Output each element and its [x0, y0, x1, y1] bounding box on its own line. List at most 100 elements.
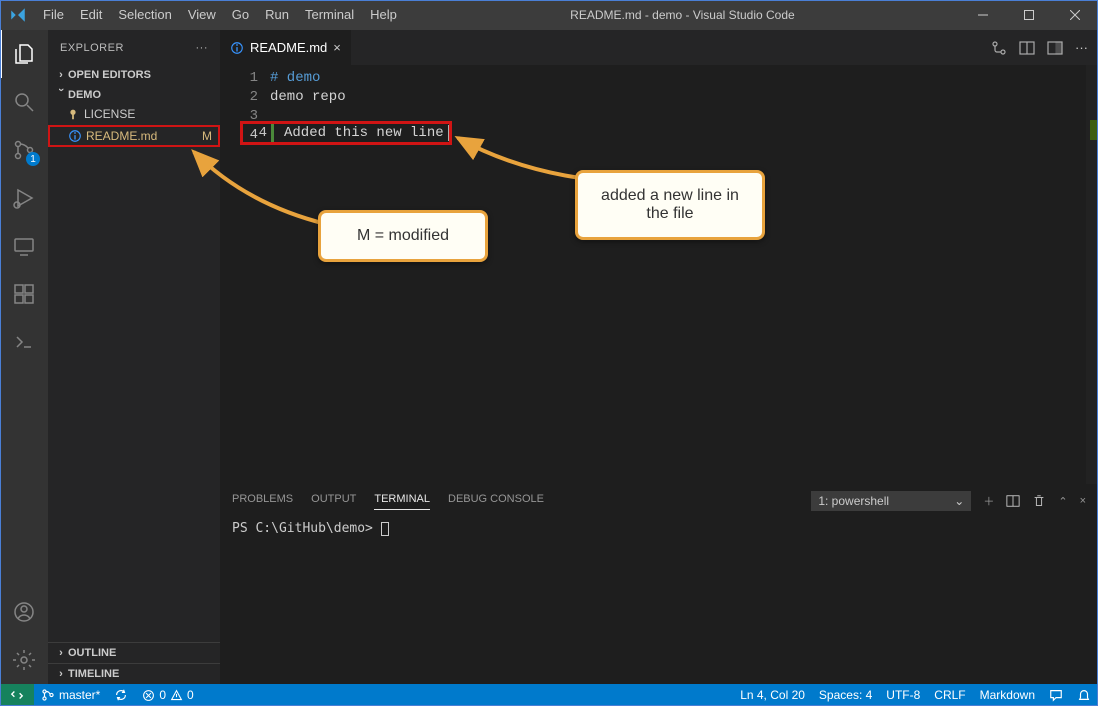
- file-name: README.md: [84, 129, 194, 143]
- panel-tab-debug[interactable]: DEBUG CONSOLE: [448, 493, 544, 510]
- remote-indicator[interactable]: [0, 684, 34, 706]
- line-number: 2: [220, 88, 258, 107]
- bottom-panel: PROBLEMS OUTPUT TERMINAL DEBUG CONSOLE 1…: [220, 484, 1098, 684]
- remote-explorer-icon[interactable]: [0, 222, 48, 270]
- panel-tab-output[interactable]: OUTPUT: [311, 493, 356, 510]
- maximize-button[interactable]: [1006, 0, 1052, 30]
- code-content[interactable]: # demo demo repo 4 Added this new line: [270, 65, 1098, 484]
- code-line: demo repo: [270, 88, 1098, 107]
- info-file-icon: [66, 129, 84, 143]
- split-terminal-icon[interactable]: [1006, 494, 1020, 508]
- chevron-down-icon: ⌄: [954, 494, 964, 508]
- compare-changes-icon[interactable]: [991, 40, 1007, 56]
- source-control-icon[interactable]: 1: [0, 126, 48, 174]
- terminal-cursor: [381, 522, 389, 536]
- menu-file[interactable]: File: [35, 0, 72, 30]
- maximize-panel-icon[interactable]: ⌃: [1058, 495, 1067, 508]
- more-actions-icon[interactable]: ···: [1075, 40, 1088, 55]
- code-line: Added this new line: [284, 124, 448, 143]
- outline-section[interactable]: › OUTLINE: [48, 645, 220, 661]
- explorer-title: EXPLORER: [60, 42, 124, 54]
- line-number: 1: [220, 69, 258, 88]
- accounts-icon[interactable]: [0, 588, 48, 636]
- branch-name: master*: [59, 688, 100, 702]
- kill-terminal-icon[interactable]: [1032, 494, 1046, 508]
- file-row-license[interactable]: LICENSE: [48, 103, 220, 125]
- menu-run[interactable]: Run: [257, 0, 297, 30]
- terminal-selector[interactable]: 1: powershell ⌄: [811, 491, 971, 511]
- license-file-icon: [64, 107, 82, 121]
- tab-readme[interactable]: README.md ×: [220, 30, 352, 65]
- split-editor-icon[interactable]: [1047, 40, 1063, 56]
- editor-highlight-box: 4 Added this new line: [240, 121, 452, 145]
- callout-text: added a new line in the file: [601, 187, 739, 222]
- scm-badge: 1: [26, 152, 40, 166]
- search-icon[interactable]: [0, 78, 48, 126]
- encoding[interactable]: UTF-8: [879, 684, 927, 706]
- timeline-section[interactable]: › TIMELINE: [48, 666, 220, 682]
- menu-terminal[interactable]: Terminal: [297, 0, 362, 30]
- file-row-readme[interactable]: README.md M: [48, 125, 220, 147]
- explorer-icon[interactable]: [0, 30, 48, 78]
- activity-bar: 1: [0, 30, 48, 684]
- close-panel-icon[interactable]: ×: [1080, 495, 1086, 507]
- outline-label: OUTLINE: [68, 647, 116, 659]
- open-editors-label: OPEN EDITORS: [68, 69, 151, 81]
- chevron-right-icon: ›: [54, 647, 68, 659]
- notifications-icon[interactable]: [1070, 684, 1098, 706]
- errors-count: 0: [159, 688, 166, 702]
- editor-tabs: README.md × ···: [220, 30, 1098, 65]
- feedback-icon[interactable]: [1042, 684, 1070, 706]
- git-branch[interactable]: master*: [34, 684, 107, 706]
- title-bar: File Edit Selection View Go Run Terminal…: [0, 0, 1098, 30]
- language-mode[interactable]: Markdown: [973, 684, 1042, 706]
- extensions-icon[interactable]: [0, 270, 48, 318]
- text-editor[interactable]: 1 2 3 4 # demo demo repo 4 Added this ne…: [220, 65, 1098, 484]
- explorer-more-icon[interactable]: ···: [196, 42, 209, 54]
- text-cursor: [448, 125, 449, 141]
- settings-gear-icon[interactable]: [0, 636, 48, 684]
- git-sync[interactable]: [107, 684, 135, 706]
- run-debug-icon[interactable]: [0, 174, 48, 222]
- window-title: README.md - demo - Visual Studio Code: [405, 8, 960, 22]
- menu-view[interactable]: View: [180, 0, 224, 30]
- menu-edit[interactable]: Edit: [72, 0, 110, 30]
- tab-close-icon[interactable]: ×: [333, 40, 341, 55]
- editor-scrollbar[interactable]: [1086, 65, 1098, 484]
- menu-help[interactable]: Help: [362, 0, 405, 30]
- new-terminal-icon[interactable]: ＋: [983, 493, 994, 509]
- window-controls: [960, 0, 1098, 30]
- panel-tab-problems[interactable]: PROBLEMS: [232, 493, 293, 510]
- chevron-right-icon: ›: [54, 69, 68, 81]
- eol[interactable]: CRLF: [927, 684, 972, 706]
- callout-modified: M = modified: [318, 210, 488, 262]
- cursor-position[interactable]: Ln 4, Col 20: [733, 684, 812, 706]
- problems-count[interactable]: 0 0: [135, 684, 200, 706]
- panel-tab-terminal[interactable]: TERMINAL: [374, 493, 430, 510]
- folder-section[interactable]: › DEMO: [48, 87, 220, 103]
- file-name: LICENSE: [82, 107, 214, 121]
- info-file-icon: [230, 41, 244, 55]
- close-button[interactable]: [1052, 0, 1098, 30]
- remote-ssh-icon[interactable]: [0, 318, 48, 366]
- file-status-modified: M: [194, 129, 212, 143]
- diff-added-bar: [271, 124, 274, 142]
- warnings-count: 0: [187, 688, 194, 702]
- open-preview-icon[interactable]: [1019, 40, 1035, 56]
- minimize-button[interactable]: [960, 0, 1006, 30]
- open-editors-section[interactable]: › OPEN EDITORS: [48, 67, 220, 83]
- menu-bar: File Edit Selection View Go Run Terminal…: [35, 0, 405, 30]
- vscode-logo-icon: [0, 6, 35, 24]
- terminal-selector-label: 1: powershell: [818, 494, 889, 508]
- tab-label: README.md: [250, 40, 327, 55]
- code-line: # demo: [270, 69, 1098, 88]
- menu-selection[interactable]: Selection: [110, 0, 179, 30]
- status-bar: master* 0 0 Ln 4, Col 20 Spaces: 4 UTF-8…: [0, 684, 1098, 706]
- callout-new-line: added a new line in the file: [575, 170, 765, 240]
- menu-go[interactable]: Go: [224, 0, 257, 30]
- editor-area: README.md × ··· 1 2 3 4 # demo demo repo: [220, 30, 1098, 684]
- terminal[interactable]: PS C:\GitHub\demo>: [220, 517, 1098, 684]
- terminal-prompt: PS C:\GitHub\demo>: [232, 521, 381, 536]
- indentation[interactable]: Spaces: 4: [812, 684, 879, 706]
- folder-name: DEMO: [68, 89, 101, 101]
